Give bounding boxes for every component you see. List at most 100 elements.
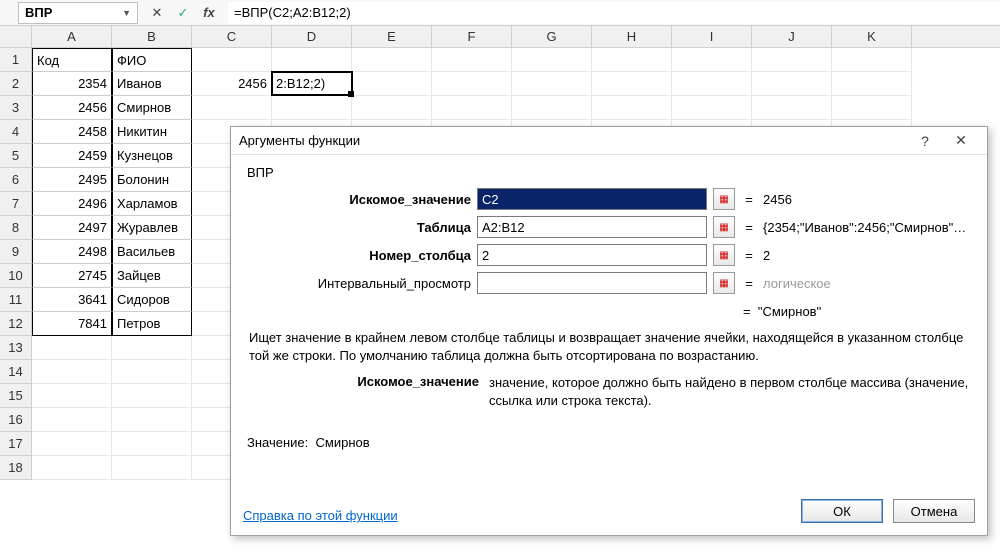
range-selector-icon[interactable]: ▦	[713, 244, 735, 266]
column-header[interactable]: K	[832, 26, 912, 47]
row-header[interactable]: 6	[0, 168, 31, 192]
cell[interactable]: Код	[32, 48, 112, 72]
column-header[interactable]: D	[272, 26, 352, 47]
row-header[interactable]: 8	[0, 216, 31, 240]
range-selector-icon[interactable]: ▦	[713, 216, 735, 238]
cell[interactable]	[672, 48, 752, 72]
cell[interactable]: Болонин	[112, 168, 192, 192]
cell[interactable]: Зайцев	[112, 264, 192, 288]
cell[interactable]	[352, 72, 432, 96]
select-all-corner[interactable]	[0, 26, 32, 47]
column-header[interactable]: F	[432, 26, 512, 47]
cell[interactable]	[592, 48, 672, 72]
row-header[interactable]: 1	[0, 48, 31, 72]
cell[interactable]	[432, 72, 512, 96]
cell[interactable]	[112, 384, 192, 408]
cell[interactable]: 2458	[32, 120, 112, 144]
ok-button[interactable]: ОК	[801, 499, 883, 523]
column-header[interactable]: J	[752, 26, 832, 47]
cell[interactable]	[112, 360, 192, 384]
argument-input[interactable]	[477, 216, 707, 238]
cell[interactable]: Васильев	[112, 240, 192, 264]
column-header[interactable]: B	[112, 26, 192, 47]
column-header[interactable]: I	[672, 26, 752, 47]
cell[interactable]: 2456	[192, 72, 272, 96]
cell[interactable]	[752, 72, 832, 96]
insert-function-icon[interactable]: fx	[200, 4, 218, 22]
column-header[interactable]: A	[32, 26, 112, 47]
column-header[interactable]: H	[592, 26, 672, 47]
cell[interactable]	[832, 48, 912, 72]
column-header[interactable]: G	[512, 26, 592, 47]
cell[interactable]	[512, 72, 592, 96]
cell[interactable]	[32, 432, 112, 456]
column-header[interactable]: E	[352, 26, 432, 47]
cell[interactable]: 7841	[32, 312, 112, 336]
cell[interactable]	[272, 48, 352, 72]
cell[interactable]	[32, 336, 112, 360]
row-header[interactable]: 18	[0, 456, 31, 480]
argument-input[interactable]	[477, 272, 707, 294]
row-header[interactable]: 10	[0, 264, 31, 288]
help-link[interactable]: Справка по этой функции	[243, 508, 398, 523]
cell[interactable]	[432, 96, 512, 120]
row-header[interactable]: 13	[0, 336, 31, 360]
cancel-formula-icon[interactable]: ✕	[148, 4, 166, 22]
row-header[interactable]: 9	[0, 240, 31, 264]
cell[interactable]	[352, 48, 432, 72]
argument-input[interactable]	[477, 244, 707, 266]
cell[interactable]	[752, 48, 832, 72]
close-icon[interactable]: ✕	[943, 128, 979, 154]
formula-input[interactable]: =ВПР(C2;A2:B12;2)	[228, 2, 1000, 24]
name-box[interactable]: ВПР ▼	[18, 2, 138, 24]
cell[interactable]	[32, 456, 112, 480]
cell[interactable]	[592, 96, 672, 120]
row-header[interactable]: 17	[0, 432, 31, 456]
cell[interactable]: 2745	[32, 264, 112, 288]
cell[interactable]	[592, 72, 672, 96]
cell[interactable]: 2495	[32, 168, 112, 192]
row-header[interactable]: 14	[0, 360, 31, 384]
cell[interactable]: Никитин	[112, 120, 192, 144]
name-box-dropdown-icon[interactable]: ▼	[122, 8, 131, 18]
cell[interactable]: 2456	[32, 96, 112, 120]
cell[interactable]	[832, 72, 912, 96]
cell[interactable]	[352, 96, 432, 120]
cell[interactable]	[112, 456, 192, 480]
cancel-button[interactable]: Отмена	[893, 499, 975, 523]
cell[interactable]	[112, 336, 192, 360]
cell[interactable]	[32, 360, 112, 384]
cell[interactable]	[272, 96, 352, 120]
cell[interactable]: Иванов	[112, 72, 192, 96]
cell[interactable]: Сидоров	[112, 288, 192, 312]
column-header[interactable]: C	[192, 26, 272, 47]
cell[interactable]: 2354	[32, 72, 112, 96]
cell[interactable]: ФИО	[112, 48, 192, 72]
cell[interactable]: 2497	[32, 216, 112, 240]
cell[interactable]: Смирнов	[112, 96, 192, 120]
row-header[interactable]: 7	[0, 192, 31, 216]
cell[interactable]	[672, 72, 752, 96]
row-header[interactable]: 12	[0, 312, 31, 336]
row-header[interactable]: 15	[0, 384, 31, 408]
cell[interactable]: 2496	[32, 192, 112, 216]
row-header[interactable]: 4	[0, 120, 31, 144]
cell[interactable]: 2459	[32, 144, 112, 168]
row-header[interactable]: 11	[0, 288, 31, 312]
cell[interactable]	[752, 96, 832, 120]
cell[interactable]: Кузнецов	[112, 144, 192, 168]
range-selector-icon[interactable]: ▦	[713, 188, 735, 210]
cell[interactable]: 2498	[32, 240, 112, 264]
accept-formula-icon[interactable]: ✓	[174, 4, 192, 22]
cell[interactable]: Петров	[112, 312, 192, 336]
cell[interactable]: 2:B12;2)	[272, 72, 352, 96]
row-header[interactable]: 2	[0, 72, 31, 96]
cell[interactable]	[112, 408, 192, 432]
cell[interactable]	[432, 48, 512, 72]
cell[interactable]	[32, 384, 112, 408]
cell[interactable]	[112, 432, 192, 456]
cell[interactable]	[32, 408, 112, 432]
cell[interactable]: 3641	[32, 288, 112, 312]
row-header[interactable]: 16	[0, 408, 31, 432]
argument-input[interactable]	[477, 188, 707, 210]
